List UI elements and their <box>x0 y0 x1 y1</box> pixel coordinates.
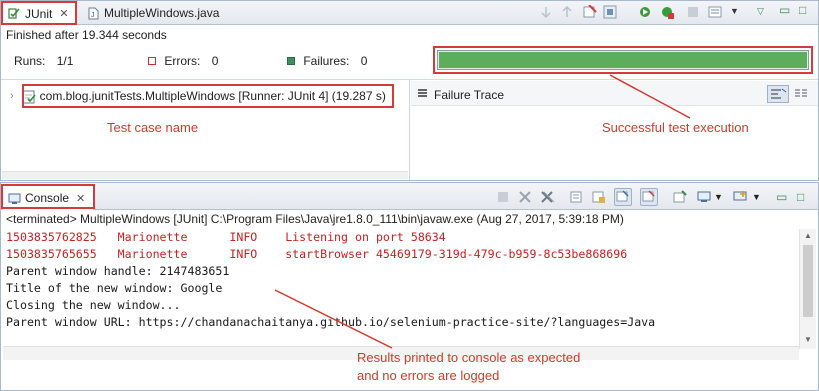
annotation-console-line2: and no errors are logged <box>357 368 500 383</box>
arrow-console <box>274 289 393 349</box>
annotation-arrows <box>274 74 691 349</box>
arrow-successful <box>609 74 691 119</box>
annotation-console-line1: Results printed to console as expected <box>357 350 581 365</box>
